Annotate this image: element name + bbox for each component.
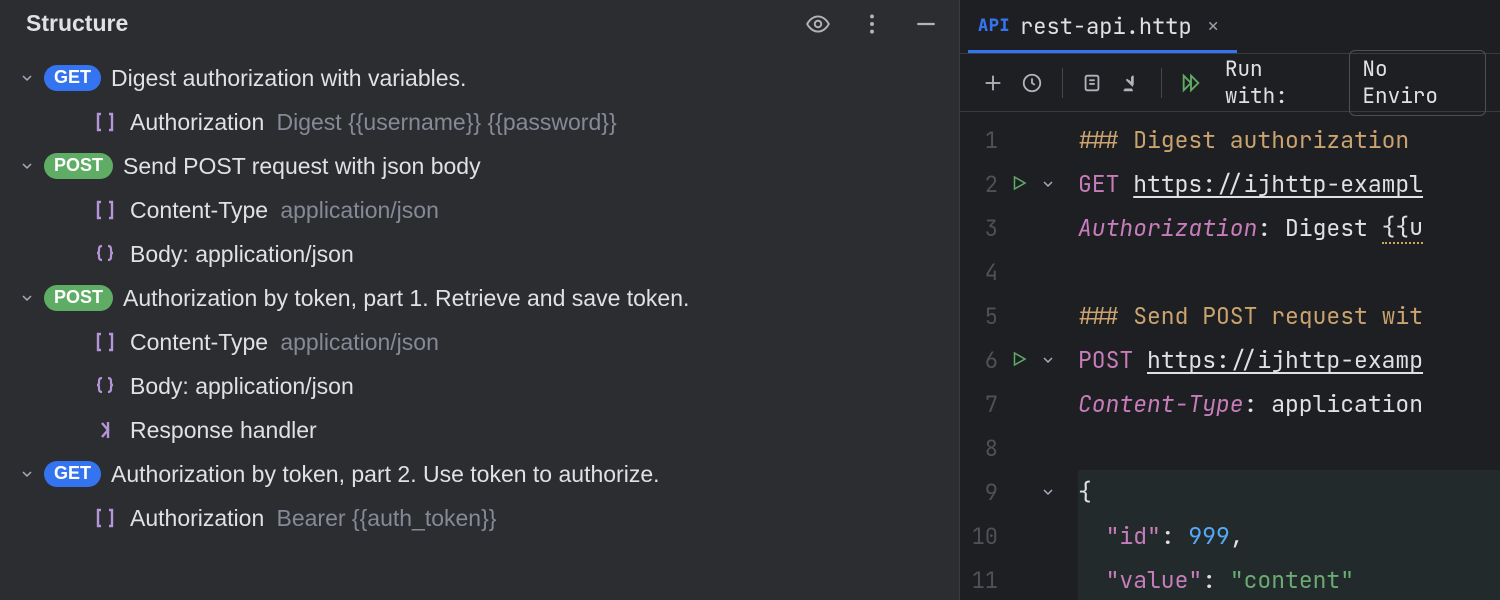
structure-child-label: Content-Type [130,329,268,356]
code-line[interactable]: ### Digest authorization [1078,118,1500,162]
chevron-down-icon[interactable] [10,283,44,313]
editor-code[interactable]: ### Digest authorization GET https://ijh… [1070,112,1500,600]
line-number: 9 [968,478,998,507]
editor-gutter: 1 2 3 4 5 6 7 8 9 10 11 [960,112,1070,600]
code-line[interactable] [1078,250,1500,294]
code-line[interactable]: GET https://ijhttp-exampl [1078,162,1500,206]
line-number: 3 [968,214,998,243]
response-icon [90,417,120,443]
close-icon[interactable]: ✕ [1208,15,1219,38]
structure-item-title: Digest authorization with variables. [111,65,466,92]
line-number: 10 [968,522,998,551]
fold-icon[interactable] [1040,346,1056,375]
structure-child[interactable]: Content-Type application/json [10,189,949,233]
structure-child[interactable]: Authorization Bearer {{auth_token}} [10,497,949,541]
fold-icon[interactable] [1040,478,1056,507]
structure-item[interactable]: POST Send POST request with json body [10,145,949,189]
structure-child[interactable]: Body: application/json [10,365,949,409]
braces-icon [90,373,120,399]
examples-icon[interactable] [1073,63,1112,103]
brackets-square-icon [90,197,120,223]
structure-child-label: Authorization [130,505,264,532]
line-number: 11 [968,566,998,595]
structure-child-label: Response handler [130,417,317,444]
structure-item-title: Authorization by token, part 2. Use toke… [111,461,660,488]
line-number: 5 [968,302,998,331]
code-line[interactable]: POST https://ijhttp-examp [1078,338,1500,382]
http-method-badge: POST [44,153,113,179]
line-number: 8 [968,434,998,463]
code-line[interactable]: Authorization: Digest {{u [1078,206,1500,250]
structure-child-sub: Digest {{username}} {{password}} [276,109,616,136]
code-line[interactable]: "value": "content" [1078,558,1500,600]
import-icon[interactable] [1112,63,1151,103]
chevron-down-icon[interactable] [10,459,44,489]
structure-child-label: Authorization [130,109,264,136]
structure-item[interactable]: POST Authorization by token, part 1. Retr… [10,277,949,321]
structure-item-title: Send POST request with json body [123,153,481,180]
structure-panel: Structure GET Digest authorization with v… [0,0,960,600]
editor-tab[interactable]: API rest-api.http ✕ [968,0,1237,53]
editor-panel: API rest-api.http ✕ [960,0,1500,600]
structure-title: Structure [26,10,805,37]
http-method-badge: GET [44,65,101,91]
line-number: 6 [968,346,998,375]
structure-item-title: Authorization by token, part 1. Retrieve… [123,285,689,312]
add-icon[interactable] [974,63,1013,103]
code-line[interactable]: ### Send POST request wit [1078,294,1500,338]
structure-item[interactable]: GET Authorization by token, part 2. Use t… [10,453,949,497]
run-gutter-icon[interactable] [1010,346,1028,375]
editor-toolbar: Run with: No Enviro [960,54,1500,112]
braces-icon [90,241,120,267]
chevron-down-icon[interactable] [10,63,44,93]
code-line[interactable]: Content-Type: application [1078,382,1500,426]
structure-item[interactable]: GET Digest authorization with variables. [10,57,949,101]
eye-icon[interactable] [805,11,831,37]
structure-child-sub: Bearer {{auth_token}} [276,505,496,532]
fold-icon[interactable] [1040,170,1056,199]
history-icon[interactable] [1013,63,1052,103]
api-file-icon: API [978,15,1010,37]
structure-child[interactable]: Body: application/json [10,233,949,277]
structure-child-label: Body: application/json [130,373,354,400]
http-method-badge: POST [44,285,113,311]
brackets-square-icon [90,329,120,355]
structure-child[interactable]: Response handler [10,409,949,453]
run-all-icon[interactable] [1172,63,1211,103]
structure-child-sub: application/json [280,197,439,224]
structure-child-label: Content-Type [130,197,268,224]
run-gutter-icon[interactable] [1010,170,1028,199]
structure-tree: GET Digest authorization with variables. A… [0,51,959,541]
line-number: 7 [968,390,998,419]
run-with-label: Run with: [1225,56,1336,110]
tab-filename: rest-api.http [1020,12,1192,41]
editor-tabbar: API rest-api.http ✕ [960,0,1500,54]
structure-child-sub: application/json [280,329,439,356]
environment-selector[interactable]: No Enviro [1349,50,1486,116]
structure-child[interactable]: Authorization Digest {{username}} {{pass… [10,101,949,145]
code-line[interactable]: "id": 999, [1078,514,1500,558]
brackets-square-icon [90,109,120,135]
line-number: 1 [968,126,998,155]
code-line[interactable] [1078,426,1500,470]
http-method-badge: GET [44,461,101,487]
more-icon[interactable] [859,11,885,37]
code-line[interactable]: { [1078,470,1500,514]
chevron-down-icon[interactable] [10,151,44,181]
structure-child[interactable]: Content-Type application/json [10,321,949,365]
minimize-icon[interactable] [913,11,939,37]
structure-child-label: Body: application/json [130,241,354,268]
brackets-square-icon [90,505,120,531]
line-number: 4 [968,258,998,287]
line-number: 2 [968,170,998,199]
